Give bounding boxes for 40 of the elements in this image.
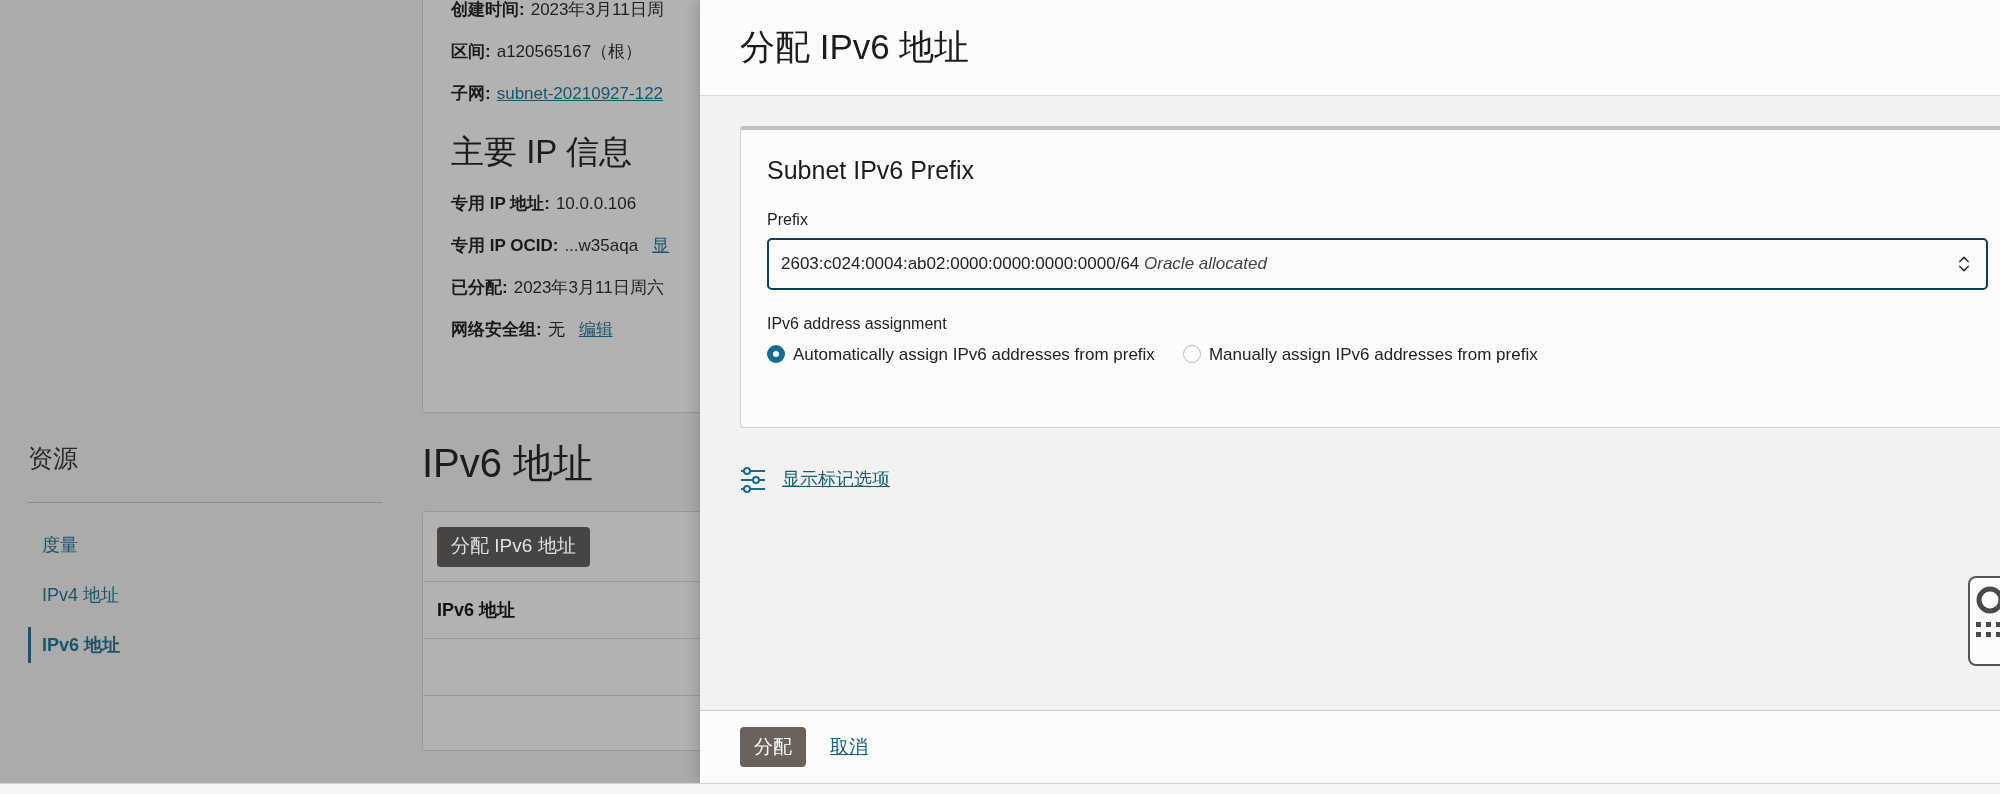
field-label: 网络安全组: xyxy=(451,318,542,341)
field-value: 10.0.0.106 xyxy=(555,192,637,215)
field-value: a120565167（根） xyxy=(496,41,643,64)
prefix-select[interactable]: 2603:c024:0004:ab02:0000:0000:0000:0000/64 Oracle allocated xyxy=(767,237,1988,290)
field-label: 创建时间: xyxy=(451,0,525,22)
field-label: 专用 IP 地址: xyxy=(451,192,550,215)
field-label: 子网: xyxy=(451,83,491,106)
field-label: Prefix xyxy=(767,209,808,230)
radio-option[interactable]: Automatically assign IPv6 addresses from prefix xyxy=(767,341,1155,367)
sidebar-item[interactable]: 度量 xyxy=(28,527,382,563)
field-value: 2023年3月11日周六 xyxy=(513,276,664,299)
field-label: 已分配: xyxy=(451,276,508,299)
lifebuoy-icon xyxy=(1976,586,2000,614)
assign-button[interactable]: 分配 IPv6 地址 xyxy=(437,526,590,567)
section-heading: IPv6 地址 xyxy=(422,440,595,487)
show-tags-link[interactable]: 显示标记选项 xyxy=(782,466,890,493)
card-title: Subnet IPv6 Prefix xyxy=(767,155,976,186)
sidebar-item[interactable]: IPv6 地址 xyxy=(28,627,382,663)
sliders-icon xyxy=(740,466,766,493)
section-title: 资源 xyxy=(28,443,79,474)
field-label: 专用 IP OCID: xyxy=(451,234,559,257)
radio-button[interactable] xyxy=(767,345,785,364)
field-label: 区间: xyxy=(451,41,491,64)
field-value: ...w35aqa xyxy=(564,234,639,257)
sidebar-item[interactable]: IPv4 地址 xyxy=(28,577,382,613)
link[interactable]: 显 xyxy=(652,232,670,259)
section-title: 主要 IP 信息 xyxy=(451,132,633,172)
radio-option[interactable]: Manually assign IPv6 addresses from prefix xyxy=(1182,341,1538,367)
dialog-title: 分配 IPv6 地址 xyxy=(740,26,970,69)
field-label: IPv6 address assignment xyxy=(767,313,947,334)
link[interactable]: 编辑 xyxy=(578,316,613,343)
link[interactable]: subnet-20210927-122 xyxy=(496,81,664,107)
cancel-link[interactable]: 取消 xyxy=(830,732,868,762)
grid-icon xyxy=(1976,622,2000,638)
assign-button[interactable]: 分配 xyxy=(740,727,806,767)
select-hint: Oracle allocated xyxy=(1144,253,1267,273)
field-value: 无 xyxy=(547,318,565,341)
radio-button[interactable] xyxy=(1182,345,1201,364)
field-value: 2023年3月11日周 xyxy=(530,0,664,22)
select-value: 2603:c024:0004:ab02:0000:0000:0000:0000/64 xyxy=(781,253,1140,273)
